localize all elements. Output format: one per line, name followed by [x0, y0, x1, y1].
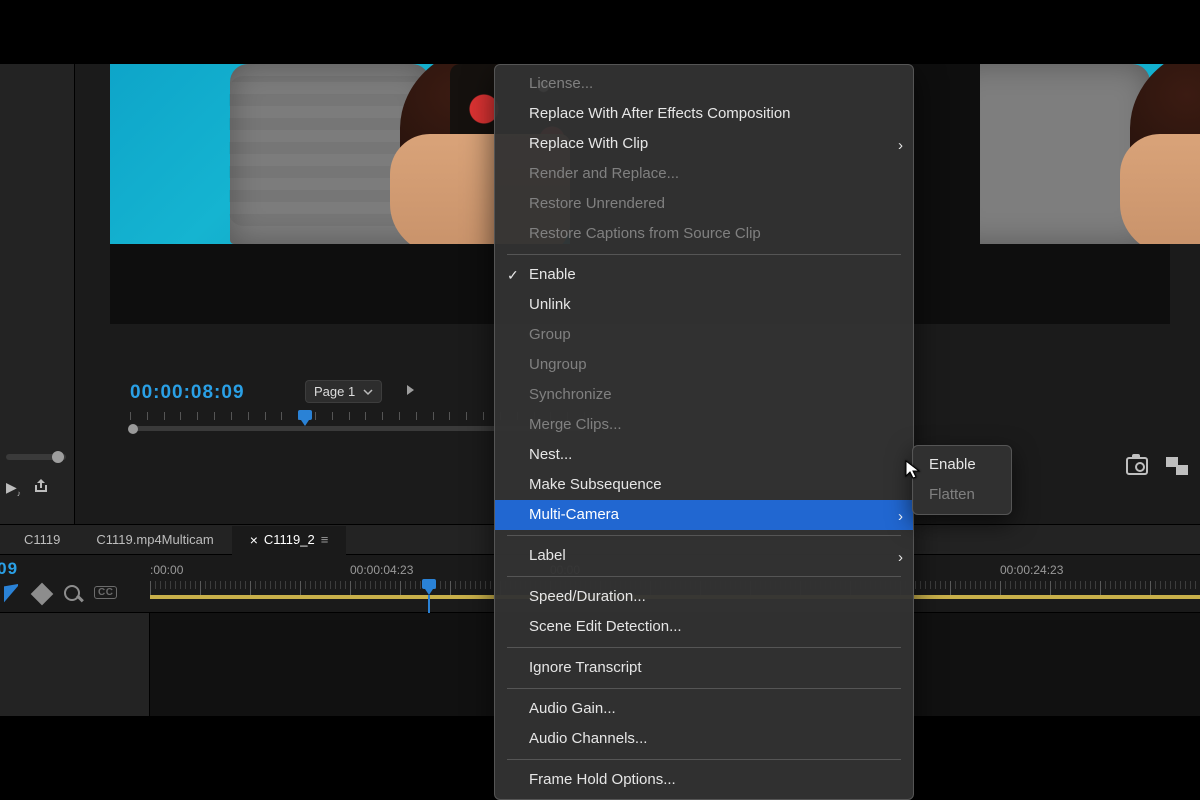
program-timecode[interactable]: 00:00:08:09 — [130, 382, 245, 404]
chevron-right-icon: › — [898, 506, 903, 528]
menu-item[interactable]: Nest... — [495, 440, 913, 470]
mini-playhead[interactable] — [298, 410, 312, 420]
submenu-item: Flatten — [913, 480, 1011, 510]
premiere-app: ▶♪ 00:00:08:09 Page 1 — [0, 64, 1200, 715]
page-selector-label: Page 1 — [314, 384, 355, 399]
menu-item[interactable]: Enable✓ — [495, 260, 913, 290]
ruler-label: 00:00:24:23 — [1000, 563, 1200, 577]
menu-separator — [507, 647, 901, 648]
menu-item: Group — [495, 320, 913, 350]
menu-item[interactable]: Multi-Camera› — [495, 500, 913, 530]
clip-context-menu[interactable]: License...Replace With After Effects Com… — [494, 64, 914, 800]
settings-icon[interactable] — [64, 585, 80, 601]
menu-item[interactable]: Label› — [495, 541, 913, 571]
timeline-timecode[interactable]: 8:09 — [0, 559, 18, 579]
chevron-down-icon — [363, 387, 373, 397]
timeline-tab-active[interactable]: × C1119_2 ≡ — [232, 526, 347, 555]
menu-item[interactable]: Scene Edit Detection... — [495, 612, 913, 642]
menu-separator — [507, 576, 901, 577]
menu-item: License... — [495, 69, 913, 99]
menu-item[interactable]: Make Subsequence — [495, 470, 913, 500]
mini-timeline-knob[interactable] — [128, 424, 138, 434]
menu-item: Synchronize — [495, 380, 913, 410]
snap-icon[interactable] — [4, 583, 20, 602]
chevron-right-icon: › — [898, 135, 903, 157]
menu-item: Render and Replace... — [495, 159, 913, 189]
letterbox-top — [0, 0, 1200, 64]
comparison-view-icon[interactable] — [1166, 457, 1188, 475]
menu-item[interactable]: Unlink — [495, 290, 913, 320]
submenu-item[interactable]: Enable — [913, 450, 1011, 480]
menu-separator — [507, 535, 901, 536]
marker-icon[interactable] — [31, 583, 54, 606]
menu-item[interactable]: Speed/Duration... — [495, 582, 913, 612]
close-icon[interactable]: × — [250, 532, 258, 548]
timeline-toolbar: CC — [4, 583, 117, 602]
check-icon: ✓ — [507, 264, 519, 286]
menu-separator — [507, 759, 901, 760]
tab-menu-icon[interactable]: ≡ — [321, 532, 329, 547]
page-selector[interactable]: Page 1 — [305, 380, 382, 403]
export-icon[interactable] — [33, 479, 49, 498]
menu-item[interactable]: Replace With After Effects Composition — [495, 99, 913, 129]
timeline-tab[interactable]: C1119 — [6, 525, 78, 554]
captions-icon[interactable]: CC — [94, 586, 117, 599]
menu-item[interactable]: Ignore Transcript — [495, 653, 913, 683]
menu-item: Restore Unrendered — [495, 189, 913, 219]
chevron-right-icon: › — [898, 547, 903, 569]
menu-item[interactable]: Frame Hold Options... — [495, 765, 913, 795]
menu-item: Merge Clips... — [495, 410, 913, 440]
timeline-tab[interactable]: C1119.mp4Multicam — [78, 525, 231, 554]
video-preview-right — [980, 64, 1200, 244]
menu-item: Ungroup — [495, 350, 913, 380]
track-headers[interactable] — [0, 613, 150, 716]
left-panel-slider[interactable] — [6, 454, 66, 460]
insert-play-icon[interactable]: ▶♪ — [6, 479, 21, 498]
menu-item[interactable]: Replace With Clip› — [495, 129, 913, 159]
menu-separator — [507, 254, 901, 255]
menu-item[interactable]: Audio Channels... — [495, 724, 913, 754]
menu-item: Restore Captions from Source Clip — [495, 219, 913, 249]
monitor-toolbar-right — [1126, 457, 1188, 475]
timeline-playhead[interactable] — [422, 579, 436, 589]
menu-separator — [507, 688, 901, 689]
ruler-label: :00:00 — [150, 563, 350, 577]
multicamera-submenu[interactable]: EnableFlatten — [912, 445, 1012, 515]
step-forward-icon[interactable] — [405, 383, 417, 399]
snapshot-icon[interactable] — [1126, 457, 1148, 475]
menu-item[interactable]: Audio Gain... — [495, 694, 913, 724]
